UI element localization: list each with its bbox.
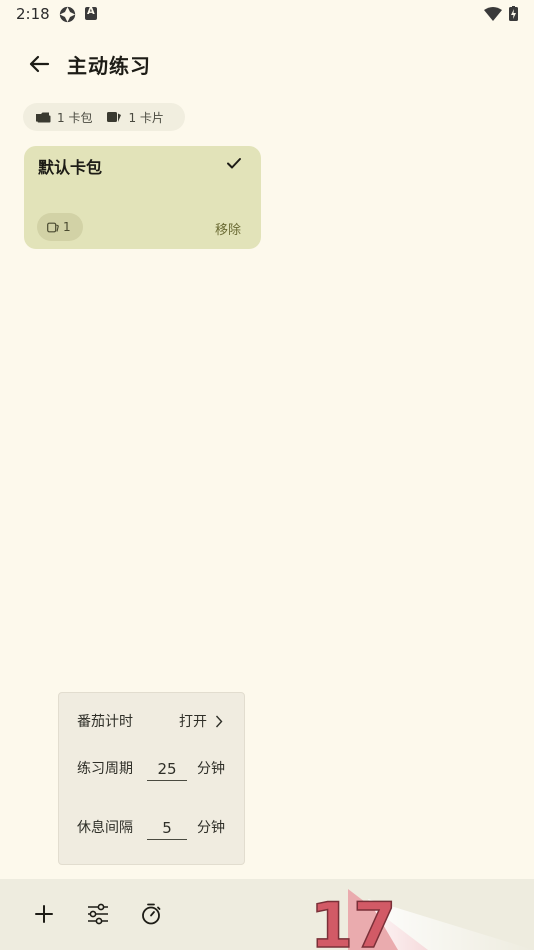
cards-icon: [107, 112, 122, 122]
deck-card[interactable]: 默认卡包 1 移除: [24, 146, 261, 249]
practice-cycle-row: 练习周期 分钟: [77, 757, 237, 783]
chevron-right-icon: [215, 715, 223, 727]
deck-name: 默认卡包: [38, 158, 103, 177]
status-bar: 2:18 A: [0, 0, 534, 28]
practice-cycle-label: 练习周期: [77, 761, 133, 777]
deck-card-count: 1: [63, 220, 71, 234]
bottom-bar: 17: [0, 879, 534, 950]
arrow-back-icon: [29, 55, 50, 73]
add-button[interactable]: [31, 901, 57, 927]
app-a-icon: A: [85, 6, 97, 20]
tune-icon: [88, 903, 108, 925]
rest-interval-row: 休息间隔 分钟: [77, 816, 237, 842]
battery-charging-icon: [509, 6, 518, 21]
deck-card-count-badge: 1: [37, 213, 83, 241]
rest-interval-label: 休息间隔: [77, 820, 133, 836]
add-icon: [35, 905, 53, 923]
status-time: 2:18: [16, 5, 50, 23]
card-count-stat: 1 卡片: [106, 109, 164, 126]
tune-button[interactable]: [85, 901, 111, 927]
remove-deck-button[interactable]: 移除: [215, 219, 241, 238]
stats-chip: 1 卡包 1 卡片: [23, 103, 185, 131]
rest-interval-unit: 分钟: [197, 820, 225, 836]
pomodoro-panel: 番茄计时 打开 练习周期 分钟 休息间隔 分钟: [58, 692, 245, 865]
card-count-label: 1 卡片: [128, 110, 164, 125]
timer-icon: [142, 903, 161, 925]
wifi-icon: [484, 7, 502, 21]
practice-cycle-input[interactable]: [147, 757, 187, 781]
deck-count-stat: 1 卡包: [35, 109, 92, 126]
deck-icon: [36, 112, 51, 123]
pomodoro-toggle-label: 打开: [179, 714, 207, 730]
pomodoro-title: 番茄计时: [77, 714, 133, 730]
watermark-logo: 17: [309, 888, 534, 950]
practice-cycle-unit: 分钟: [197, 761, 225, 777]
deck-count-label: 1 卡包: [57, 110, 93, 125]
timer-button[interactable]: [138, 901, 164, 927]
back-button[interactable]: [24, 50, 54, 78]
page-title: 主动练习: [67, 54, 151, 78]
pomodoro-toggle-row: 番茄计时 打开: [77, 711, 237, 731]
check-icon: [227, 158, 241, 169]
card-outline-icon: [47, 222, 59, 232]
pomodoro-toggle-button[interactable]: 打开: [179, 711, 223, 731]
app-bar: 主动练习: [0, 40, 534, 88]
rest-interval-input[interactable]: [147, 816, 187, 840]
watermark-text: 17: [310, 889, 396, 950]
app-notification-icon: [59, 6, 76, 23]
